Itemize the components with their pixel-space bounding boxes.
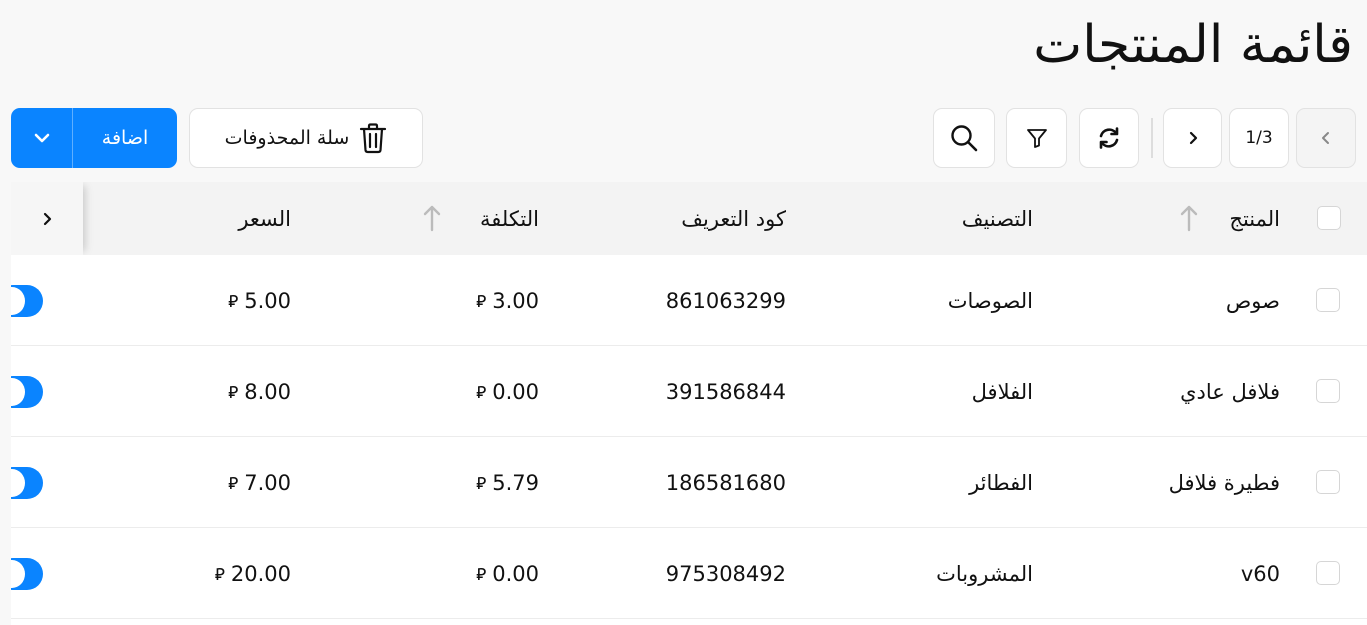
column-product-label: المنتج [1229,206,1280,231]
column-cost[interactable]: التكلفة [480,182,539,255]
product-price-value: 5.00 [244,288,291,313]
product-price: ⃁ 20.00 [215,528,291,619]
page-indicator: 1/3 [1229,108,1289,168]
page-indicator-label: 1/3 [1245,128,1273,148]
row-checkbox[interactable] [1316,470,1340,494]
product-name[interactable]: v60 [1241,528,1280,619]
product-cost: ⃁ 3.00 [476,255,539,346]
search-button[interactable] [933,108,995,168]
table-row[interactable]: فلافل عادي الفلافل 391586844 ⃁ 0.00 ⃁ 8.… [11,346,1367,437]
chevron-right-icon [43,212,52,225]
product-price-value: 20.00 [230,561,291,586]
riyal-icon: ⃁ [228,382,239,403]
chevron-down-icon [34,133,49,143]
chevron-right-icon [1189,131,1197,145]
column-category-label: التصنيف [961,206,1033,231]
riyal-icon: ⃁ [228,291,239,312]
filter-button[interactable] [1006,108,1067,168]
search-icon [951,125,978,152]
scroll-columns-button[interactable] [11,182,83,255]
riyal-icon: ⃁ [476,564,487,585]
product-cost-value: 0.00 [492,561,539,586]
product-cost-value: 0.00 [492,379,539,404]
table-row[interactable]: فطيرة فلافل الفطائر 186581680 ⃁ 5.79 ⃁ 7… [11,437,1367,528]
product-code: 861063299 [665,288,786,313]
riyal-icon: ⃁ [476,473,487,494]
filter-icon [1026,129,1047,148]
column-price-label: السعر [238,206,291,231]
product-name[interactable]: فطيرة فلافل [1169,437,1280,528]
products-table: المنتج التصنيف كود التعريف التكلفة السعر [11,182,1367,625]
product-category: المشروبات [936,561,1033,586]
column-code-label: كود التعريف [681,206,786,231]
sort-arrow-icon[interactable] [422,204,442,232]
product-cost: ⃁ 0.00 [476,528,539,619]
row-checkbox[interactable] [1316,288,1340,312]
table-row[interactable]: v60 المشروبات 975308492 ⃁ 0.00 ⃁ 20.00 [11,528,1367,619]
product-name[interactable]: فلافل عادي [1180,346,1280,437]
column-product[interactable]: المنتج [1229,182,1280,255]
product-category: الفلافل [971,379,1033,404]
refresh-button[interactable] [1079,108,1139,168]
product-price: ⃁ 5.00 [228,255,291,346]
table-header: المنتج التصنيف كود التعريف التكلفة السعر [11,182,1367,255]
active-toggle[interactable] [11,558,43,590]
active-toggle[interactable] [11,285,43,317]
product-price: ⃁ 7.00 [228,437,291,528]
product-cost-value: 3.00 [492,288,539,313]
add-split-button[interactable]: اضافة [11,108,177,168]
prev-page-button[interactable] [1296,108,1356,168]
row-checkbox[interactable] [1316,561,1340,585]
select-all-checkbox[interactable] [1317,206,1341,230]
riyal-icon: ⃁ [214,564,225,585]
trash-bin-label: سلة المحذوفات [224,127,350,149]
product-cost-value: 5.79 [492,470,539,495]
column-price[interactable]: السعر [238,182,291,255]
active-toggle[interactable] [11,376,43,408]
product-cost: ⃁ 0.00 [476,346,539,437]
riyal-icon: ⃁ [476,291,487,312]
sort-arrow-icon[interactable] [1179,204,1199,232]
column-category[interactable]: التصنيف [962,182,1033,255]
row-checkbox[interactable] [1316,379,1340,403]
product-price-value: 8.00 [244,379,291,404]
product-code: 391586844 [665,379,786,404]
product-code: 975308492 [665,561,786,586]
product-category: الصوصات [947,288,1033,313]
product-code: 186581680 [665,470,786,495]
product-name[interactable]: صوص [1226,255,1280,346]
product-category: الفطائر [969,470,1033,495]
page-title: قائمة المنتجات [1033,15,1353,75]
toolbar-divider [1151,118,1153,158]
active-toggle[interactable] [11,467,43,499]
trash-bin-button[interactable]: سلة المحذوفات [189,108,423,168]
riyal-icon: ⃁ [228,473,239,494]
column-cost-label: التكلفة [479,206,539,231]
add-options-button[interactable] [11,108,73,168]
table-row[interactable]: صوص الصوصات 861063299 ⃁ 3.00 ⃁ 5.00 [11,255,1367,346]
product-price-value: 7.00 [244,470,291,495]
product-cost: ⃁ 5.79 [476,437,539,528]
refresh-icon [1099,127,1119,149]
product-price: ⃁ 8.00 [228,346,291,437]
chevron-left-icon [1322,132,1329,144]
add-button[interactable]: اضافة [73,108,177,168]
next-page-button[interactable] [1163,108,1222,168]
trash-icon [360,123,387,154]
column-code[interactable]: كود التعريف [681,182,786,255]
riyal-icon: ⃁ [476,382,487,403]
